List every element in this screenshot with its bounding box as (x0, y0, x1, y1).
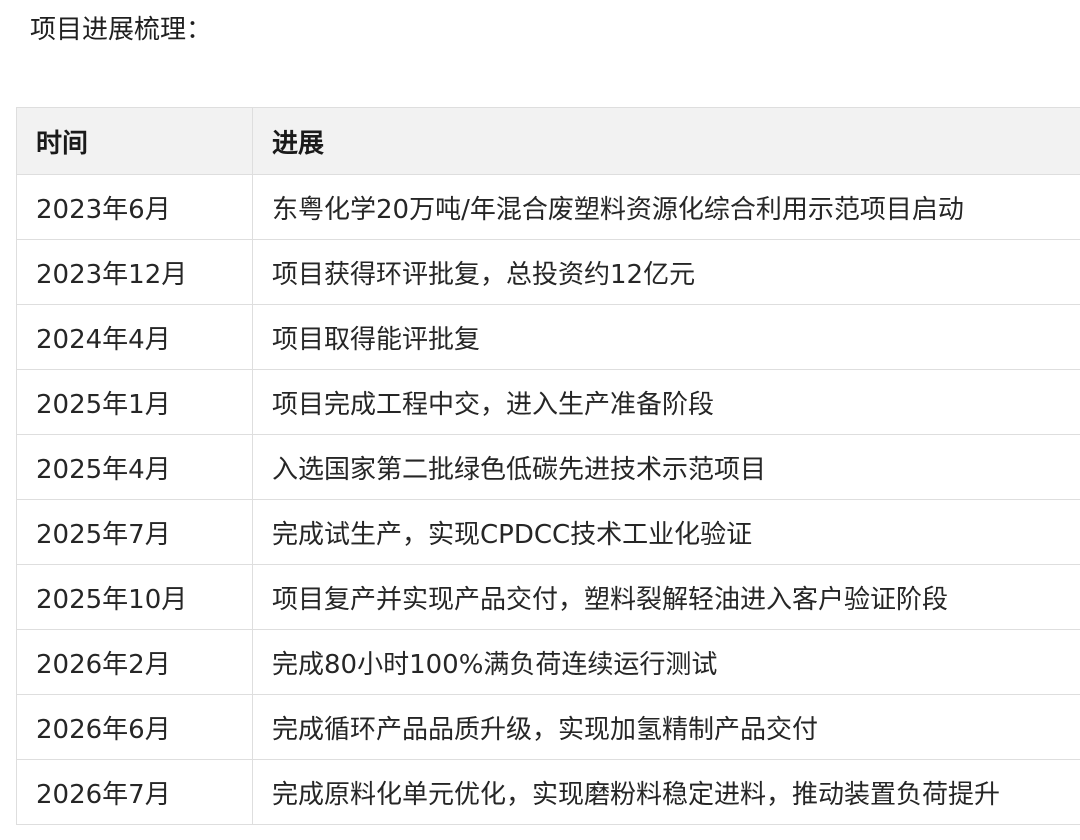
progress-table-container: 时间 进展 2023年6月 东粤化学20万吨/年混合废塑料资源化综合利用示范项目… (16, 107, 1080, 840)
progress-cell: 完成原料化单元优化，实现磨粉料稳定进料，推动装置负荷提升 (252, 759, 1080, 825)
progress-table: 时间 进展 2023年6月 东粤化学20万吨/年混合废塑料资源化综合利用示范项目… (16, 107, 1080, 825)
time-cell: 2025年7月 (16, 499, 253, 565)
time-cell: 2024年4月 (16, 304, 253, 370)
column-header-time: 时间 (16, 107, 253, 175)
time-cell: 2025年1月 (16, 369, 253, 435)
table-row: 2023年12月 项目获得环评批复，总投资约12亿元 (16, 239, 1080, 305)
page-heading: 项目进展梳理： (30, 15, 213, 45)
time-cell: 2023年6月 (16, 174, 253, 240)
table-row: 2023年6月 东粤化学20万吨/年混合废塑料资源化综合利用示范项目启动 (16, 174, 1080, 240)
table-row: 2024年4月 项目取得能评批复 (16, 304, 1080, 370)
time-cell: 2026年2月 (16, 629, 253, 695)
table-row: 2026年2月 完成80小时100%满负荷连续运行测试 (16, 629, 1080, 695)
time-cell: 2025年4月 (16, 434, 253, 500)
table-header-row: 时间 进展 (16, 107, 1080, 175)
table-row: 2025年4月 入选国家第二批绿色低碳先进技术示范项目 (16, 434, 1080, 500)
progress-cell: 项目获得环评批复，总投资约12亿元 (252, 239, 1080, 305)
progress-cell: 项目取得能评批复 (252, 304, 1080, 370)
table-row: 2025年10月 项目复产并实现产品交付，塑料裂解轻油进入客户验证阶段 (16, 564, 1080, 630)
time-cell: 2026年7月 (16, 759, 253, 825)
progress-cell: 完成试生产，实现CPDCC技术工业化验证 (252, 499, 1080, 565)
table-row: 2026年6月 完成循环产品品质升级，实现加氢精制产品交付 (16, 694, 1080, 760)
progress-cell: 项目完成工程中交，进入生产准备阶段 (252, 369, 1080, 435)
progress-cell: 完成循环产品品质升级，实现加氢精制产品交付 (252, 694, 1080, 760)
table-row: 2025年7月 完成试生产，实现CPDCC技术工业化验证 (16, 499, 1080, 565)
column-header-progress: 进展 (252, 107, 1080, 175)
time-cell: 2026年6月 (16, 694, 253, 760)
time-cell: 2025年10月 (16, 564, 253, 630)
progress-cell: 东粤化学20万吨/年混合废塑料资源化综合利用示范项目启动 (252, 174, 1080, 240)
progress-cell: 完成80小时100%满负荷连续运行测试 (252, 629, 1080, 695)
progress-cell: 入选国家第二批绿色低碳先进技术示范项目 (252, 434, 1080, 500)
progress-cell: 项目复产并实现产品交付，塑料裂解轻油进入客户验证阶段 (252, 564, 1080, 630)
table-row: 2026年7月 完成原料化单元优化，实现磨粉料稳定进料，推动装置负荷提升 (16, 759, 1080, 825)
time-cell: 2023年12月 (16, 239, 253, 305)
table-row: 2025年1月 项目完成工程中交，进入生产准备阶段 (16, 369, 1080, 435)
